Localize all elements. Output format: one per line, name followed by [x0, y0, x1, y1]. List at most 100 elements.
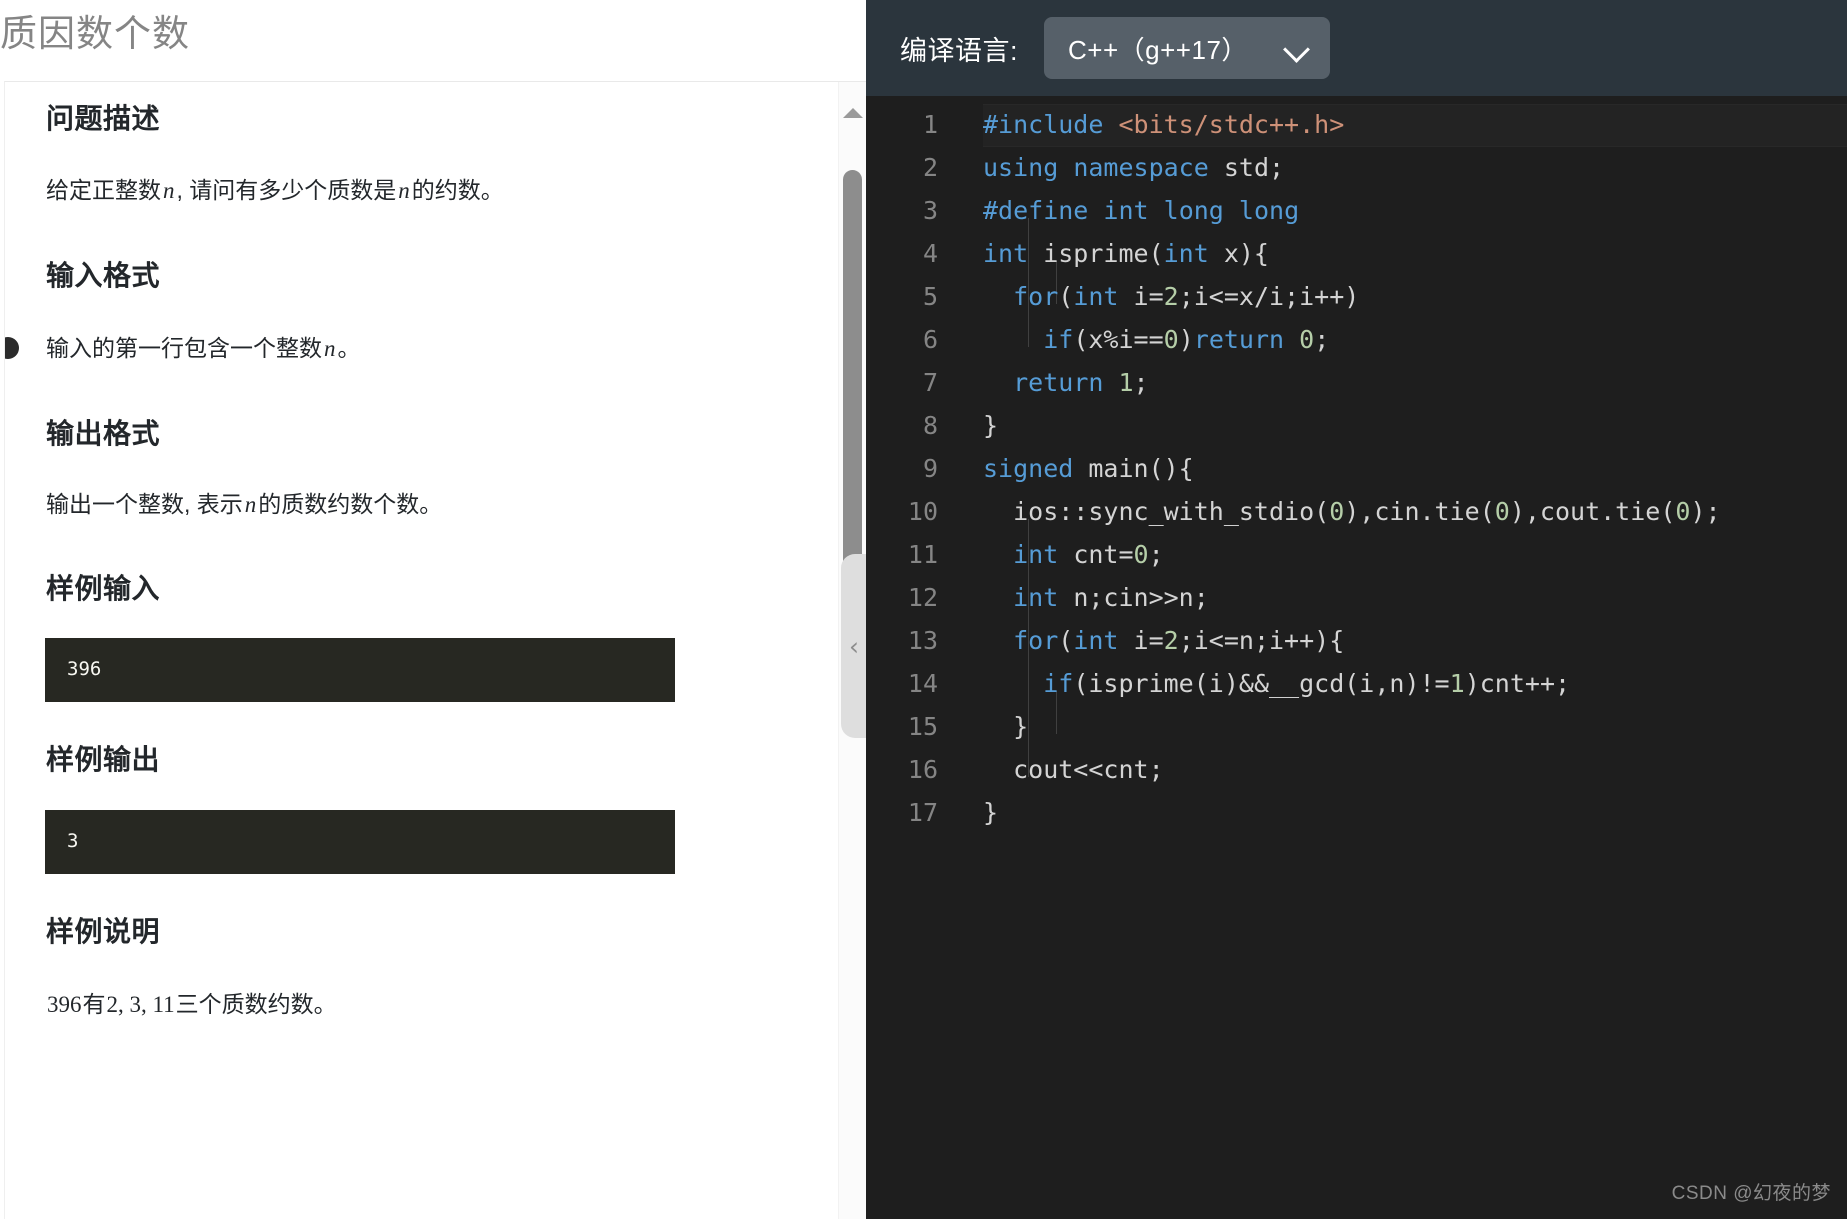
code-line[interactable]: 16 cout<<cnt;	[866, 748, 1847, 791]
code-line[interactable]: 5 for(int i=2;i<=x/i;i++)	[866, 275, 1847, 318]
token: 0	[1329, 497, 1345, 526]
heading-sample-output: 样例输出	[46, 744, 161, 775]
token: 0	[1133, 540, 1149, 569]
code-line[interactable]: 6 if(x%i==0)return 0;	[866, 318, 1847, 361]
desc-var-n-1: n	[163, 178, 175, 203]
line-number: 1	[922, 110, 938, 139]
token: ),cout.tie(	[1509, 497, 1676, 526]
token: (x%i==	[1073, 325, 1164, 354]
line-number: 14	[907, 669, 938, 698]
code-line-content: return 1;	[983, 361, 1149, 404]
code-line[interactable]: 7 return 1;	[866, 361, 1847, 404]
input-var-n: n	[324, 336, 336, 361]
code-lines[interactable]: 1 #include <bits/stdc++.h> 2 using namespa…	[866, 96, 1847, 834]
token: <bits/stdc++.h>	[1103, 110, 1345, 139]
code-line-content: #include <bits/stdc++.h>	[983, 103, 1344, 146]
desc-part-1: 给定正整数	[46, 177, 161, 203]
code-line[interactable]: 1 #include <bits/stdc++.h>	[866, 103, 1847, 147]
token: 0	[1675, 497, 1691, 526]
code-line-content: int n;cin>>n;	[983, 576, 1209, 619]
token: (	[1058, 282, 1074, 311]
text-problem-description: 给定正整数n, 请问有多少个质数是n的约数。	[46, 174, 504, 207]
code-editor-panel: 编译语言: C++（g++17） 1 #include <bits/stdc++.…	[866, 0, 1847, 1219]
line-number: 9	[922, 454, 938, 483]
code-line[interactable]: 14 if(isprime(i)&&__gcd(i,n)!=1)cnt++;	[866, 662, 1847, 705]
problem-scrollbar-track[interactable]: ‹	[838, 82, 866, 1219]
heading-problem-description: 问题描述	[46, 103, 161, 134]
token: ;	[1314, 325, 1330, 354]
token: )cnt++;	[1464, 669, 1571, 698]
token: int	[1163, 239, 1209, 268]
code-line-content: int isprime(int x){	[983, 232, 1269, 275]
heading-sample-explanation: 样例说明	[46, 916, 161, 947]
editor-toolbar: 编译语言: C++（g++17）	[866, 0, 1847, 96]
code-line-content: #define int long long	[983, 189, 1299, 232]
line-number: 8	[922, 411, 938, 440]
code-line[interactable]: 9 signed main(){	[866, 447, 1847, 490]
code-line-content: ios::sync_with_stdio(0),cin.tie(0),cout.…	[983, 490, 1720, 533]
code-editor[interactable]: 1 #include <bits/stdc++.h> 2 using namespa…	[866, 96, 1847, 1219]
heading-input-format: 输入格式	[46, 260, 161, 291]
scroll-up-arrow-icon[interactable]	[843, 108, 863, 118]
language-select[interactable]: C++（g++17）	[1044, 17, 1331, 79]
line-number: 16	[907, 755, 938, 784]
code-line-content: }	[983, 404, 998, 447]
code-line-content: cout<<cnt;	[983, 748, 1164, 791]
problem-content-card: 问题描述 给定正整数n, 请问有多少个质数是n的约数。 输入格式 输入的第一行包…	[4, 81, 866, 1219]
token: 0	[1299, 325, 1315, 354]
code-line-content: if(x%i==0)return 0;	[983, 318, 1329, 361]
token: ;	[1133, 368, 1149, 397]
token: }	[983, 411, 999, 440]
token: 2	[1163, 282, 1179, 311]
token: (	[1058, 626, 1074, 655]
code-line[interactable]: 3 #define int long long	[866, 189, 1847, 232]
code-line[interactable]: 13 for(int i=2;i<=n;i++){	[866, 619, 1847, 662]
token: 1	[1118, 368, 1134, 397]
code-line[interactable]: 15 }	[866, 705, 1847, 748]
code-line[interactable]: 8}	[866, 404, 1847, 447]
page-title: 质因数个数	[0, 13, 190, 54]
input-part-2: 。	[337, 335, 361, 361]
output-var-n: n	[244, 492, 257, 517]
token: main(){	[1073, 454, 1194, 483]
chevron-down-icon	[1284, 40, 1310, 56]
token: ;	[1148, 540, 1164, 569]
line-number: 10	[907, 497, 938, 526]
text-output-format: 输出一个整数, 表示n的质数约数个数。	[46, 488, 442, 521]
token: int	[983, 239, 1029, 268]
token: cnt=	[1058, 540, 1134, 569]
token: return	[1013, 368, 1104, 397]
line-number: 13	[907, 626, 938, 655]
token: int	[1073, 626, 1119, 655]
token: int	[1103, 196, 1149, 225]
token: long	[1238, 196, 1300, 225]
code-line[interactable]: 4 int isprime(int x){	[866, 232, 1847, 275]
note-part-2: 三个质数约数。	[175, 991, 337, 1017]
line-number: 3	[922, 196, 938, 225]
code-line-content: if(isprime(i)&&__gcd(i,n)!=1)cnt++;	[983, 662, 1570, 705]
code-line[interactable]: 10 ios::sync_with_stdio(0),cin.tie(0),co…	[866, 490, 1847, 533]
code-line[interactable]: 17}	[866, 791, 1847, 834]
token: int	[1013, 583, 1059, 612]
token: i=	[1118, 626, 1164, 655]
chevron-left-icon: ‹	[849, 631, 859, 661]
token: long	[1163, 196, 1224, 225]
token: }	[983, 712, 1029, 741]
code-line[interactable]: 2 using namespace std;	[866, 146, 1847, 189]
panel-collapse-handle[interactable]: ‹	[841, 554, 866, 738]
line-number: 7	[922, 368, 938, 397]
code-line[interactable]: 12 int n;cin>>n;	[866, 576, 1847, 619]
code-line[interactable]: 11 int cnt=0;	[866, 533, 1847, 576]
token: x){	[1208, 239, 1269, 268]
token: cout<<cnt;	[983, 755, 1164, 784]
token: i=	[1118, 282, 1164, 311]
code-line-content: signed main(){	[983, 447, 1194, 490]
